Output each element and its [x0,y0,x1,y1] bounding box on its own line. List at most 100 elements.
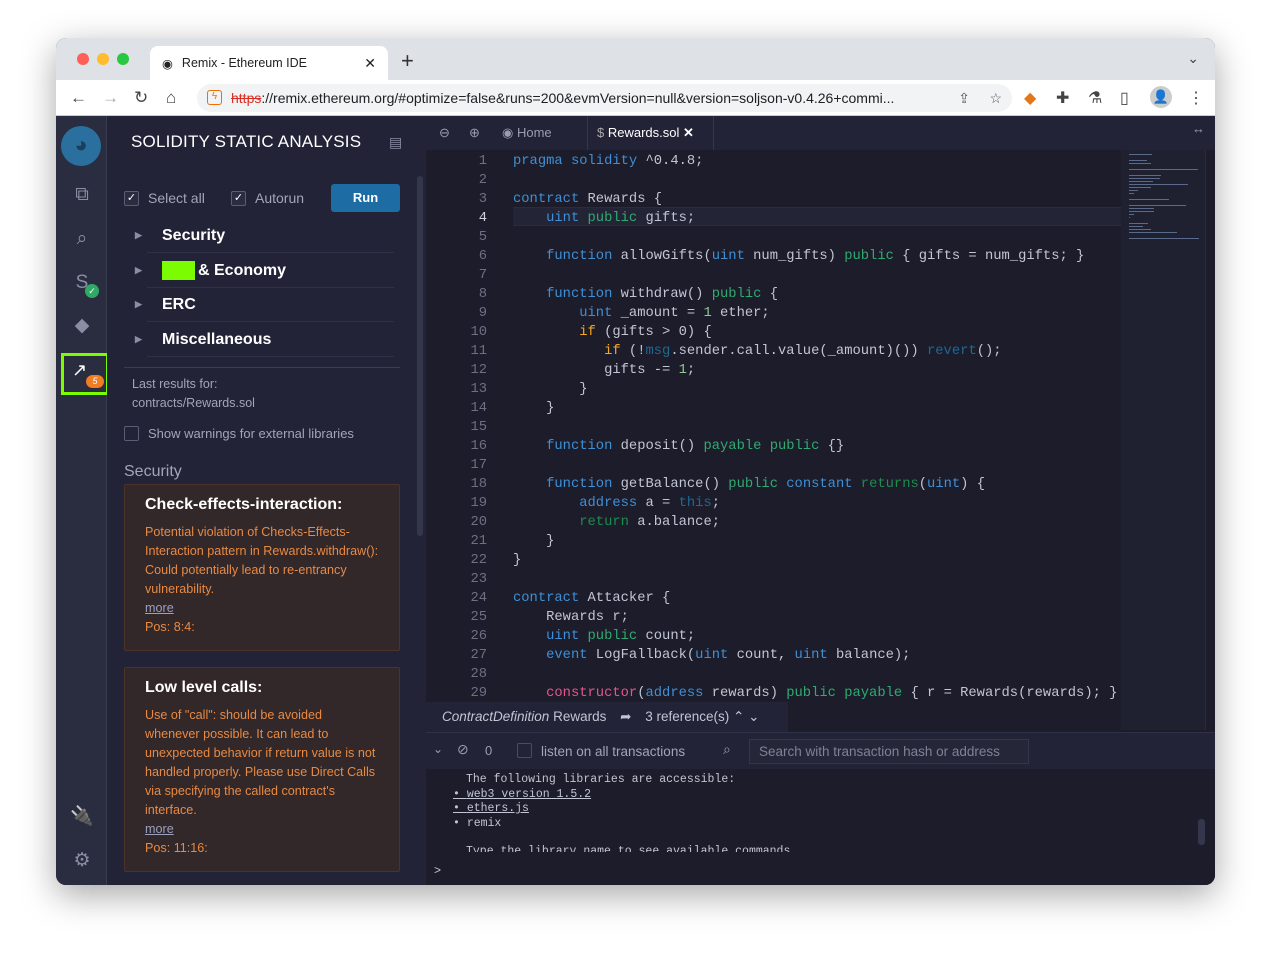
warning-position-link[interactable]: Pos: 8:4: [145,618,379,637]
code-token: address [645,686,704,701]
panel-scrollbar[interactable] [417,176,423,536]
lib-link[interactable]: ethers.js [467,802,529,815]
code-editor[interactable]: 1 pragma solidity ^0.4.8; 2 3 contract Rewar… [426,150,1121,730]
next-reference-icon[interactable]: ⌄ [748,709,759,724]
lib-link[interactable]: web3 version 1.5.2 [467,788,591,801]
solidity-compiler-icon[interactable]: S ✓ [69,270,99,298]
code-token: allowGifts( [612,249,712,264]
category-gas-economy[interactable]: ▶ & Economy [135,253,394,288]
code-token: a = [637,496,679,511]
code-token: address [579,496,638,511]
lib-web3[interactable]: • web3 version 1.5.2 [426,788,797,803]
browser-tab[interactable]: ◉ Remix - Ethereum IDE ✕ [150,46,388,80]
terminal-prompt[interactable]: > [434,863,441,877]
file-explorer-icon[interactable]: ⧉ [69,182,95,208]
url-input[interactable]: ϟ https://remix.ethereum.org/#optimize=f… [197,84,1012,112]
menu-kebab-icon[interactable]: ⋮ [1188,88,1204,108]
goto-definition-icon[interactable]: ➦ [620,709,631,724]
expand-icon[interactable]: ↔ [1192,112,1205,146]
back-icon[interactable]: ← [70,88,87,108]
new-tab-button[interactable]: + [401,48,414,74]
listen-checkbox[interactable] [517,743,532,758]
plugin-manager-icon[interactable]: 🔌 [69,804,95,830]
collapse-terminal-icon[interactable]: ⌄ [433,742,443,756]
show-external-warnings-checkbox[interactable] [124,426,139,441]
sidepanel-icon[interactable]: ▯ [1120,88,1129,108]
tab-separator [713,116,714,150]
line-number: 23 [470,572,487,587]
code-token: 1 [703,306,712,321]
lib-ethers[interactable]: • ethers.js [426,802,797,817]
warning-card: Low level calls: Use of "call": should b… [124,667,400,872]
code-token: (gifts > 0) { [595,325,712,340]
category-miscellaneous[interactable]: ▶ Miscellaneous [135,322,394,357]
remix-logo-icon[interactable]: ◕ [61,126,101,166]
warning-title: Low level calls: [145,679,263,696]
search-icon[interactable]: ⌕ [69,226,95,252]
code-line: contract Attacker { [513,589,670,608]
code-token: getBalance() [612,477,729,492]
line-number: 11 [470,344,487,359]
more-link[interactable]: more [145,820,379,839]
code-token: (! [620,344,646,359]
zoom-in-icon[interactable]: ⊕ [469,116,480,150]
minimap[interactable] [1121,150,1205,730]
tab-rewards-sol[interactable]: $ Rewards.sol ✕ [597,116,694,150]
editor-scrollbar[interactable] [1205,150,1215,730]
reload-icon[interactable]: ↻ [134,88,148,108]
select-all-checkbox[interactable]: ✓ [124,191,139,206]
minimap-line [1129,211,1154,212]
extensions-puzzle-icon[interactable]: ✚ [1056,88,1069,108]
share-icon[interactable]: ⇪ [958,90,970,107]
references-count[interactable]: 3 reference(s) [645,709,729,724]
static-analysis-plugin-button[interactable]: ↗ 5 [61,353,109,395]
run-button[interactable]: Run [331,184,400,212]
close-tab-icon[interactable]: ✕ [683,125,694,140]
code-line: } [513,551,521,570]
tab-home[interactable]: ◉ Home [502,116,552,150]
tab-search-chevron-icon[interactable]: ⌄ [1187,50,1199,67]
caret-right-icon: ▶ [135,230,142,240]
minimap-line [1129,184,1188,185]
address-bar-row: ← → ↻ ⌂ ϟ https://remix.ethereum.org/#op… [56,80,1215,116]
code-line: uint public count; [513,627,695,646]
metamask-icon[interactable]: ◆ [1024,88,1036,108]
lib-label: remix [466,816,502,830]
category-erc[interactable]: ▶ ERC [135,287,394,322]
category-security[interactable]: ▶ Security [135,218,394,253]
terminal-scrollbar[interactable] [1198,819,1205,845]
previous-reference-icon[interactable]: ⌃ [733,709,744,724]
transaction-search-input[interactable]: Search with transaction hash or address [749,739,1029,764]
code-token: {} [819,439,845,454]
home-icon[interactable]: ⌂ [166,88,176,108]
maximize-window-button[interactable] [117,53,129,65]
more-link[interactable]: more [145,599,379,618]
zoom-out-icon[interactable]: ⊖ [439,116,450,150]
forward-icon[interactable]: → [102,88,119,108]
line-number: 1 [478,154,487,169]
chart-trend-icon: ↗ [72,360,88,380]
close-tab-icon[interactable]: ✕ [364,55,376,72]
code-token: if [579,325,596,340]
code-token: } [513,534,555,549]
code-token: { r = Rewards(rewards); } [902,686,1118,701]
close-window-button[interactable] [77,53,89,65]
warning-position-link[interactable]: Pos: 11:16: [145,839,379,858]
autorun-checkbox[interactable]: ✓ [231,191,246,206]
profile-avatar-icon[interactable]: 👤 [1150,86,1172,108]
lab-flask-icon[interactable]: ⚗ [1088,88,1102,108]
code-line: if (gifts > 0) { [513,323,712,342]
deploy-run-icon[interactable]: ◆ [69,313,95,339]
settings-gear-icon[interactable]: ⚙ [69,848,95,874]
minimize-window-button[interactable] [97,53,109,65]
code-token: gifts -= [513,363,679,378]
code-token: { gifts = num_gifts; } [893,249,1085,264]
docs-book-icon[interactable]: ▤ [389,134,402,151]
code-token: this [678,496,712,511]
bookmark-star-icon[interactable]: ☆ [989,90,1002,107]
line-number: 21 [470,534,487,549]
clear-console-icon[interactable]: ⊘ [457,741,469,758]
